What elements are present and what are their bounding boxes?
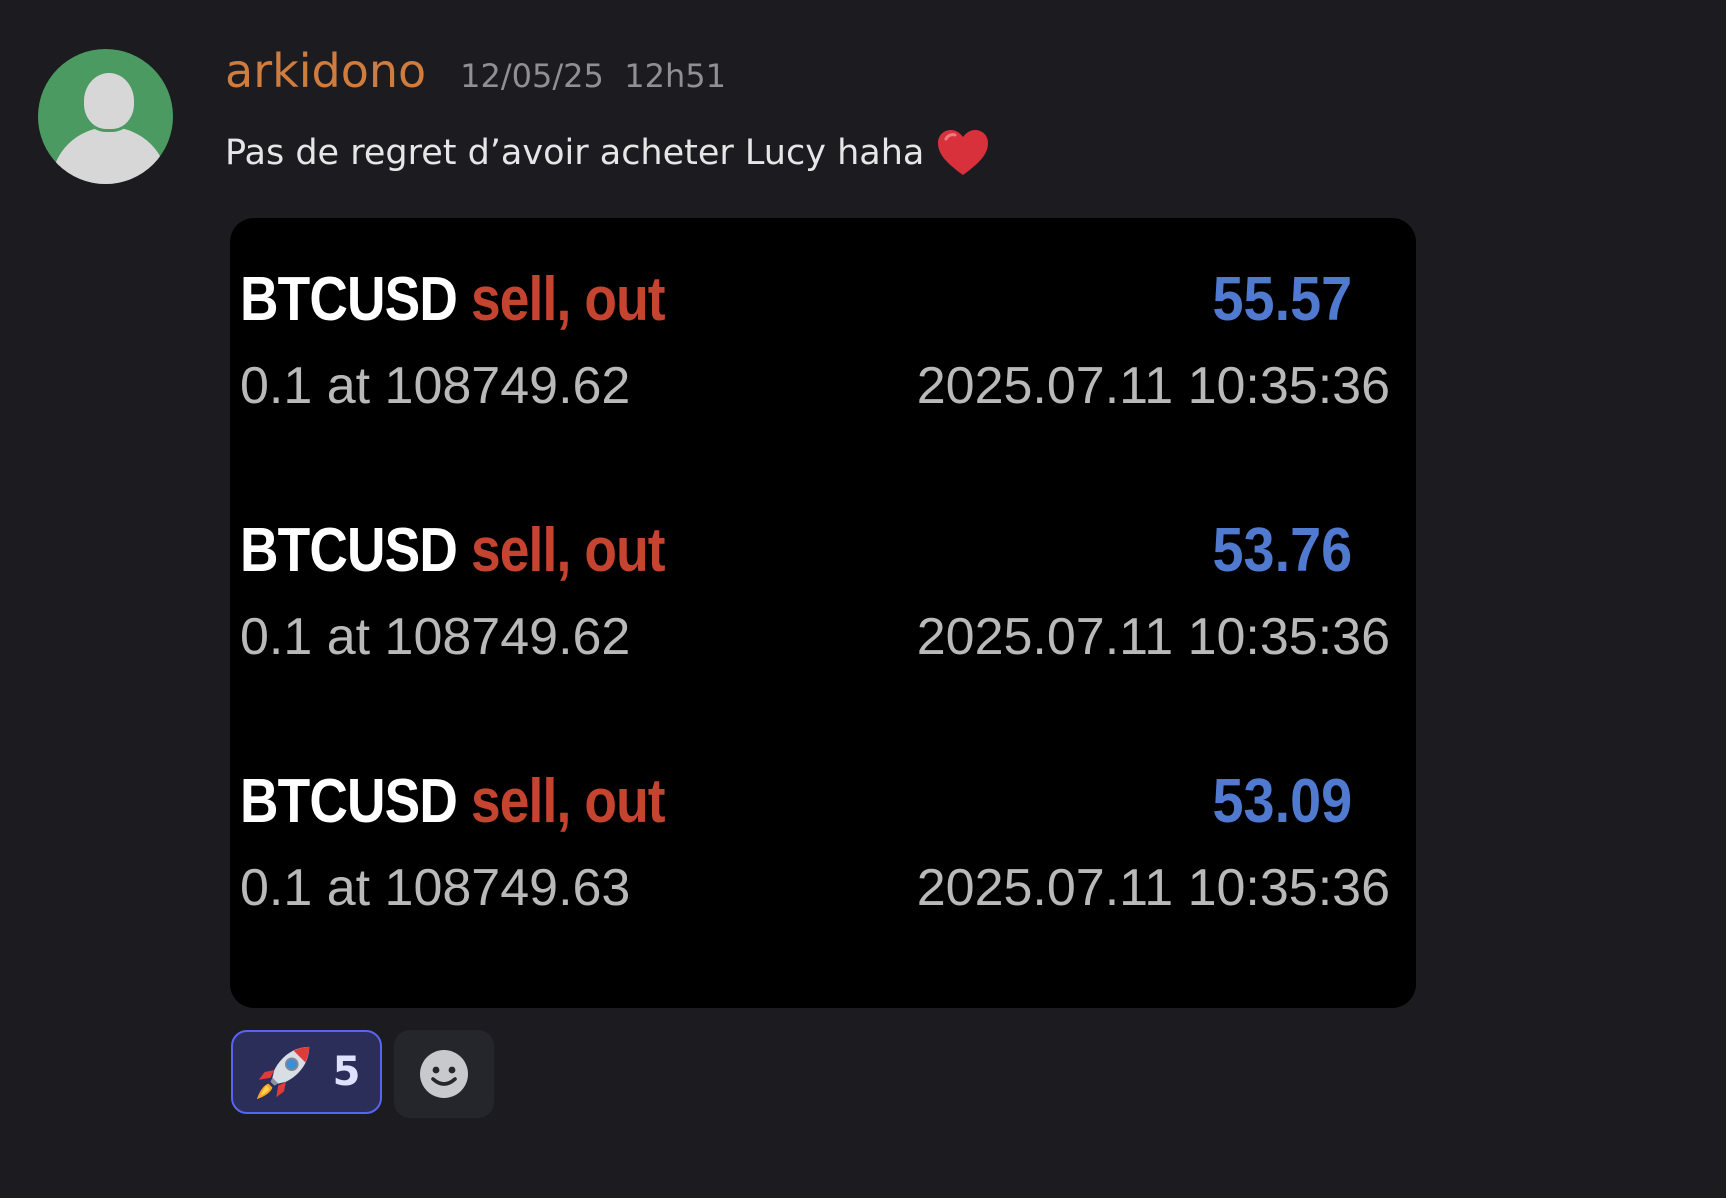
trade-symbol: BTCUSD sell, out xyxy=(240,515,666,586)
avatar-head-shape xyxy=(81,70,137,132)
reaction-count: 5 xyxy=(332,1049,361,1095)
chat-message: arkidono 12/05/25 12h51 Pas de regret d’… xyxy=(0,0,1726,1198)
message-body: Pas de regret d’avoir acheter Lucy haha xyxy=(225,133,925,173)
reaction-bar: 5 xyxy=(231,1030,494,1118)
trade-row: BTCUSD sell, out 55.57 0.1 at 108749.62 … xyxy=(240,264,1390,444)
trade-row: BTCUSD sell, out 53.76 0.1 at 108749.62 … xyxy=(240,515,1390,695)
trade-symbol: BTCUSD sell, out xyxy=(240,766,666,837)
trade-datetime: 2025.07.11 10:35:36 xyxy=(916,859,1390,917)
trade-side: sell, out xyxy=(470,767,666,836)
trade-datetime: 2025.07.11 10:35:36 xyxy=(916,608,1390,666)
trade-side: sell, out xyxy=(470,265,666,334)
username[interactable]: arkidono xyxy=(225,44,426,98)
trade-ticker: BTCUSD xyxy=(240,767,458,836)
trade-datetime: 2025.07.11 10:35:36 xyxy=(916,357,1390,415)
red-heart-icon xyxy=(938,130,989,175)
trade-side: sell, out xyxy=(470,516,666,585)
trade-quantity: 0.1 at 108749.62 xyxy=(240,608,631,666)
trade-quantity: 0.1 at 108749.62 xyxy=(240,357,631,415)
reaction-rocket-button[interactable]: 5 xyxy=(231,1030,382,1114)
avatar[interactable] xyxy=(38,49,173,184)
message-header: arkidono 12/05/25 12h51 xyxy=(225,44,726,106)
trade-ticker: BTCUSD xyxy=(240,516,458,585)
trade-profit: 53.76 xyxy=(1212,516,1352,585)
trade-screenshot[interactable]: BTCUSD sell, out 55.57 0.1 at 108749.62 … xyxy=(230,218,1416,1008)
message-text: Pas de regret d’avoir acheter Lucy haha xyxy=(225,128,990,178)
message-timestamp: 12/05/25 12h51 xyxy=(460,57,726,95)
trade-row: BTCUSD sell, out 53.09 0.1 at 108749.63 … xyxy=(240,766,1390,946)
trade-symbol: BTCUSD sell, out xyxy=(240,264,666,335)
trade-quantity: 0.1 at 108749.63 xyxy=(240,859,631,917)
trade-profit: 55.57 xyxy=(1212,265,1352,334)
add-reaction-button[interactable] xyxy=(394,1030,494,1118)
rocket-icon xyxy=(256,1046,309,1100)
add-reaction-smiley-icon xyxy=(420,1050,468,1098)
trade-ticker: BTCUSD xyxy=(240,265,458,334)
avatar-body-shape xyxy=(51,127,168,184)
trade-profit: 53.09 xyxy=(1212,767,1352,836)
